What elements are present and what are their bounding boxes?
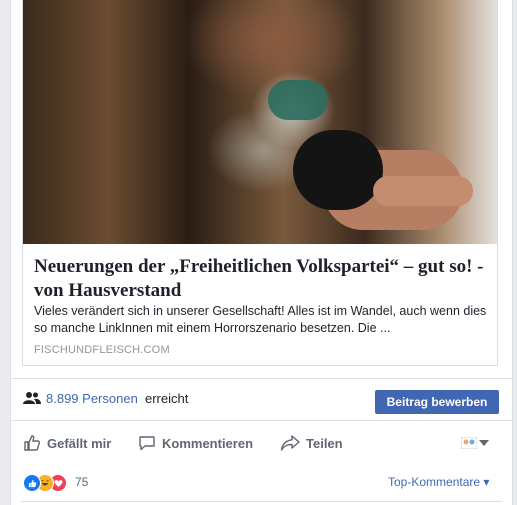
comment-button[interactable]: Kommentieren bbox=[138, 433, 253, 453]
like-reaction-icon bbox=[23, 474, 41, 492]
reach-bar: 8.899 Personen erreicht Beitrag bewerben bbox=[11, 378, 512, 419]
divider bbox=[21, 501, 502, 502]
like-label: Gefällt mir bbox=[47, 435, 112, 451]
page-avatar-icon bbox=[461, 437, 477, 449]
action-bar: Gefällt mir Kommentieren Teilen bbox=[11, 420, 512, 464]
image-detail bbox=[293, 130, 383, 210]
comment-sort-dropdown[interactable]: Top-Kommentare ▾ bbox=[388, 475, 489, 489]
reaction-icons[interactable] bbox=[23, 474, 73, 492]
preview-description: Vieles verändert sich in unserer Gesells… bbox=[34, 304, 487, 335]
link-preview[interactable]: Neuerungen der „Freiheitlichen Volkspart… bbox=[22, 0, 498, 366]
share-icon bbox=[280, 435, 300, 451]
like-button[interactable]: Gefällt mir bbox=[23, 433, 111, 453]
audience-selector[interactable] bbox=[461, 435, 493, 451]
share-label: Teilen bbox=[306, 435, 343, 451]
people-icon bbox=[23, 392, 41, 404]
preview-domain: FISCHUNDFLEISCH.COM bbox=[34, 344, 170, 356]
reach-count-link[interactable]: 8.899 Personen bbox=[46, 391, 138, 406]
thumbs-up-icon bbox=[24, 435, 40, 451]
chevron-down-icon bbox=[479, 440, 489, 446]
preview-title[interactable]: Neuerungen der „Freiheitlichen Volkspart… bbox=[34, 255, 489, 303]
boost-post-button[interactable]: Beitrag bewerben bbox=[375, 390, 499, 414]
comment-label: Kommentieren bbox=[162, 435, 254, 451]
preview-image[interactable] bbox=[23, 0, 497, 244]
reaction-count[interactable]: 75 bbox=[75, 475, 88, 489]
post-card: Neuerungen der „Freiheitlichen Volkspart… bbox=[10, 0, 513, 505]
reach-suffix: erreicht bbox=[145, 391, 189, 406]
share-button[interactable]: Teilen bbox=[280, 433, 343, 453]
image-detail bbox=[268, 80, 328, 120]
image-detail bbox=[373, 176, 473, 206]
reactions-bar: 75 Top-Kommentare ▾ bbox=[11, 463, 512, 505]
comment-icon bbox=[139, 436, 155, 451]
